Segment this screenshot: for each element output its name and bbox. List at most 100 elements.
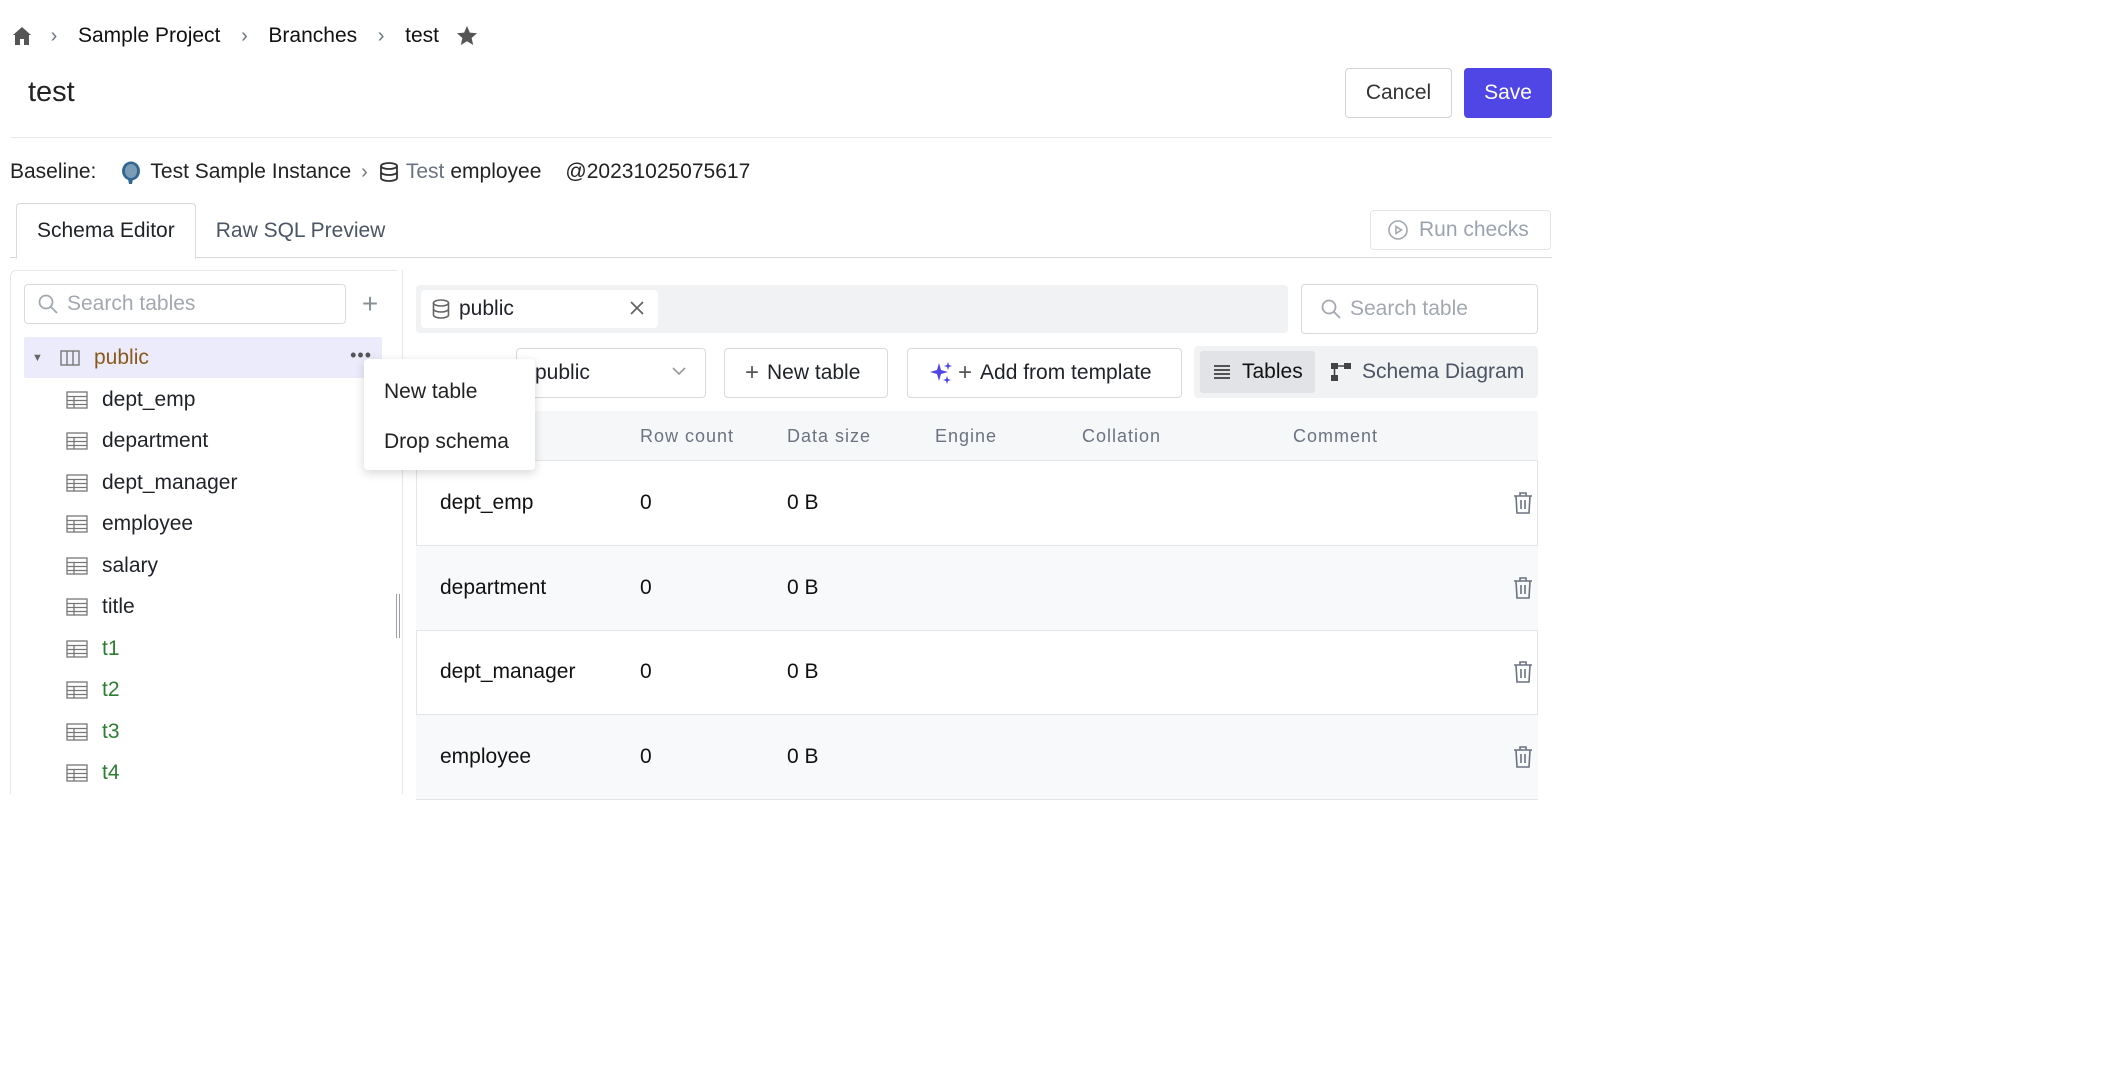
tree-item-label: t3 <box>102 719 120 743</box>
data-size-cell: 0 B <box>787 491 819 514</box>
view-schema-diagram-label: Schema Diagram <box>1362 360 1525 383</box>
tab-schema-editor[interactable]: Schema Editor <box>16 203 196 259</box>
table-row[interactable]: department 0 0 B <box>416 545 1538 631</box>
schema-select[interactable]: public <box>516 348 706 398</box>
table-name-cell[interactable]: department <box>440 576 546 600</box>
tree-item-table[interactable]: t1 <box>66 628 120 669</box>
schema-tree-row[interactable]: ▼ public ••• <box>24 337 382 378</box>
table-icon <box>66 432 88 450</box>
add-schema-button[interactable]: + <box>356 290 384 318</box>
search-tables-input[interactable] <box>67 292 317 316</box>
row-count-cell: 0 <box>640 660 652 683</box>
tree-item-table[interactable]: t4 <box>66 753 120 794</box>
search-tables-box[interactable] <box>24 284 346 324</box>
tree-item-table[interactable]: employee <box>66 504 193 545</box>
tree-item-table[interactable]: dept_emp <box>66 379 195 420</box>
cancel-button[interactable]: Cancel <box>1345 68 1452 118</box>
table-icon <box>66 473 88 492</box>
breadcrumb-current: test <box>405 24 439 47</box>
search-table-box[interactable] <box>1301 284 1538 334</box>
list-icon <box>1214 365 1230 379</box>
breadcrumb-branches[interactable]: Branches <box>264 24 361 48</box>
chevron-down-icon <box>672 367 686 376</box>
tree-item-table[interactable]: department <box>66 421 208 462</box>
add-from-template-button[interactable]: + Add from template <box>907 348 1182 398</box>
chevron-right-icon: › <box>361 160 368 183</box>
data-size-cell: 0 B <box>787 660 819 683</box>
table-icon <box>66 515 88 533</box>
tree-item-table[interactable]: title <box>66 587 135 628</box>
tree-item-label: salary <box>102 553 159 577</box>
chevron-right-icon: › <box>50 24 58 47</box>
trash-icon[interactable] <box>1512 491 1534 515</box>
view-schema-diagram-button[interactable]: Schema Diagram <box>1318 351 1536 393</box>
tree-item-label: title <box>102 595 135 618</box>
baseline-label: Baseline: <box>10 160 97 183</box>
menu-item-drop-schema[interactable]: Drop schema <box>364 417 535 467</box>
tree-item-label: dept_manager <box>102 470 238 494</box>
breadcrumb-project[interactable]: Sample Project <box>74 24 224 48</box>
table-row[interactable]: dept_emp 0 0 B <box>416 461 1538 546</box>
tab-raw-sql-preview[interactable]: Raw SQL Preview <box>196 203 406 259</box>
run-checks-button[interactable]: Run checks <box>1370 210 1551 250</box>
table-row[interactable]: employee 0 0 B <box>416 714 1538 800</box>
page-title: test <box>28 76 75 108</box>
tree-item-table[interactable]: salary <box>66 545 158 586</box>
baseline-database[interactable]: employee <box>450 160 541 184</box>
schema-tag[interactable]: public <box>421 290 658 328</box>
table-icon <box>66 390 88 409</box>
tree-item-table[interactable]: t2 <box>66 670 120 711</box>
column-header-engine[interactable]: Engine <box>935 426 997 447</box>
table-row[interactable]: dept_manager 0 0 B <box>416 630 1538 715</box>
table-name-cell[interactable]: employee <box>440 745 531 769</box>
search-icon <box>1321 299 1341 319</box>
baseline-version: @20231025075617 <box>565 160 751 183</box>
menu-item-new-table[interactable]: New table <box>364 367 535 417</box>
table-icon <box>66 722 88 741</box>
column-header-collation[interactable]: Collation <box>1082 426 1161 447</box>
close-icon[interactable] <box>628 299 646 317</box>
baseline-info: Baseline: Test Sample Instance › Test em… <box>10 156 750 188</box>
column-header-data-size[interactable]: Data size <box>787 426 871 447</box>
table-icon <box>66 598 88 616</box>
baseline-instance[interactable]: Test Sample Instance <box>150 160 351 184</box>
database-icon <box>432 299 450 319</box>
view-tables-button[interactable]: Tables <box>1200 351 1315 393</box>
baseline-environment: Test <box>405 160 445 183</box>
column-header-comment[interactable]: Comment <box>1293 426 1378 447</box>
column-header-row-count[interactable]: Row count <box>640 426 734 447</box>
run-checks-label: Run checks <box>1419 218 1529 241</box>
new-table-button[interactable]: + New table <box>724 348 888 398</box>
schema-icon <box>60 349 80 366</box>
star-icon[interactable] <box>455 24 479 48</box>
table-icon <box>66 764 88 782</box>
schema-name: public <box>94 345 149 369</box>
data-size-cell: 0 B <box>787 744 819 768</box>
breadcrumb: › Sample Project › Branches › test <box>10 18 479 54</box>
tree-item-label: t1 <box>102 636 120 660</box>
table-name-cell[interactable]: dept_emp <box>440 491 533 515</box>
diagram-icon <box>1331 363 1351 381</box>
schema-context-menu: New table Drop schema <box>364 359 535 470</box>
database-icon <box>379 162 398 182</box>
tree-item-table[interactable]: t3 <box>66 711 120 752</box>
caret-down-icon[interactable]: ▼ <box>32 352 44 364</box>
resize-handle[interactable] <box>396 594 400 638</box>
data-size-cell: 0 B <box>787 575 819 599</box>
trash-icon[interactable] <box>1512 576 1534 600</box>
tree-item-label: dept_emp <box>102 387 196 411</box>
trash-icon[interactable] <box>1512 745 1534 769</box>
plus-icon: + <box>958 359 973 386</box>
sparkles-icon <box>930 362 952 384</box>
save-button[interactable]: Save <box>1464 68 1552 118</box>
editor-tabs: Schema Editor Raw SQL Preview <box>16 203 405 259</box>
table-icon <box>66 681 88 699</box>
tree-item-table[interactable]: dept_manager <box>66 462 237 503</box>
trash-icon[interactable] <box>1512 660 1534 684</box>
row-count-cell: 0 <box>640 744 652 768</box>
tree-item-label: department <box>102 429 209 452</box>
home-icon[interactable] <box>10 24 34 48</box>
search-table-input[interactable] <box>1350 297 1530 321</box>
postgresql-icon <box>122 161 141 184</box>
table-name-cell[interactable]: dept_manager <box>440 660 575 684</box>
